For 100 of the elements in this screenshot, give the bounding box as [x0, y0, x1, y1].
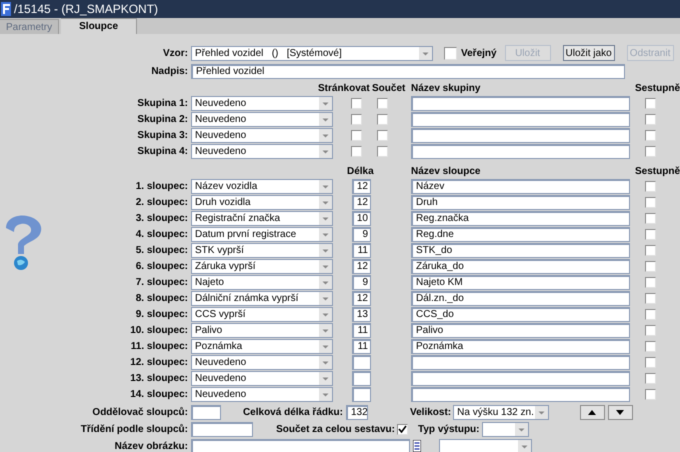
checkbox[interactable] — [645, 276, 656, 288]
checkbox[interactable] — [351, 146, 362, 156]
dropdown[interactable]: Neuvedeno — [191, 370, 333, 386]
dropdown[interactable]: CCS vyprší — [191, 306, 333, 322]
input-field[interactable]: 12 — [352, 178, 371, 194]
app-icon — [1, 2, 11, 16]
input-field[interactable]: 11 — [352, 338, 371, 354]
move-up-button[interactable] — [580, 404, 605, 420]
checkbox[interactable] — [645, 130, 656, 140]
dropdown[interactable]: Neuvedeno — [191, 96, 333, 110]
dropdown[interactable]: Neuvedeno — [191, 112, 333, 126]
checkbox[interactable] — [377, 114, 388, 124]
checkbox[interactable] — [351, 98, 362, 108]
field-label: 3. sloupec: — [134, 212, 188, 226]
dropdown[interactable]: Najeto — [191, 274, 333, 290]
field-label: Skupina 1: — [136, 96, 188, 110]
checkbox[interactable] — [444, 46, 457, 60]
input-field[interactable]: 12 — [352, 258, 371, 274]
input-field[interactable]: Název — [411, 178, 630, 194]
input-field[interactable]: 9 — [352, 226, 371, 242]
input-field[interactable]: Palivo — [411, 322, 630, 338]
checkbox[interactable] — [351, 130, 362, 140]
dropdown[interactable]: Dálniční známka vyprší — [191, 290, 333, 306]
checkbox[interactable] — [645, 212, 656, 224]
dropdown[interactable]: Registrační značka — [191, 210, 333, 226]
checkbox[interactable] — [645, 340, 656, 352]
input-field[interactable]: Druh — [411, 194, 630, 210]
checkbox[interactable] — [645, 180, 656, 192]
input-field[interactable] — [352, 354, 371, 370]
input-field[interactable]: Reg.dne — [411, 226, 630, 242]
input-field[interactable]: 12 — [352, 290, 371, 306]
field-label: Nadpis: — [150, 64, 188, 78]
dropdown[interactable]: Datum první registrace — [191, 226, 333, 242]
dropdown-arrow-icon[interactable] — [518, 440, 531, 452]
checkbox[interactable] — [645, 308, 656, 320]
dropdown[interactable]: STK vyprší — [191, 242, 333, 258]
tab[interactable]: Sloupce — [61, 18, 138, 34]
input-field[interactable] — [411, 370, 630, 386]
dropdown[interactable] — [439, 438, 532, 452]
dropdown[interactable]: Poznámka — [191, 338, 333, 354]
input-field[interactable] — [352, 370, 371, 386]
input-field[interactable]: Dál.zn._do — [411, 290, 630, 306]
input-field[interactable]: STK_do — [411, 242, 630, 258]
input-field[interactable]: Záruka_do — [411, 258, 630, 274]
checkbox[interactable] — [645, 388, 656, 400]
checkbox[interactable] — [397, 424, 408, 434]
dropdown[interactable]: Přehled vozidel () [Systémové] — [191, 46, 433, 60]
checkbox[interactable] — [645, 228, 656, 240]
dropdown[interactable]: Neuvedeno — [191, 128, 333, 142]
input-field[interactable] — [411, 354, 630, 370]
dropdown[interactable]: Druh vozidla — [191, 194, 333, 210]
input-field[interactable]: Přehled vozidel — [191, 64, 625, 78]
checkbox[interactable] — [377, 146, 388, 156]
checkbox[interactable] — [645, 260, 656, 272]
input-field[interactable]: 11 — [352, 242, 371, 258]
input-field[interactable] — [411, 96, 630, 110]
input-field[interactable] — [411, 128, 630, 142]
checkbox[interactable] — [645, 292, 656, 304]
input-field[interactable]: 11 — [352, 322, 371, 338]
field-label: 4. sloupec: — [134, 228, 188, 242]
input-field[interactable]: Reg.značka — [411, 210, 630, 226]
input-field[interactable]: 10 — [352, 210, 371, 226]
dropdown[interactable]: Název vozidla — [191, 178, 333, 194]
checkbox[interactable] — [645, 324, 656, 336]
input-field[interactable]: 13 — [352, 306, 371, 322]
dropdown[interactable]: Palivo — [191, 322, 333, 338]
input-field[interactable] — [191, 422, 253, 436]
input-field[interactable]: 9 — [352, 274, 371, 290]
checkbox[interactable] — [645, 356, 656, 368]
checkbox[interactable] — [377, 98, 388, 108]
checkbox[interactable] — [645, 114, 656, 124]
input-field[interactable] — [191, 404, 221, 420]
button[interactable]: Uložit jako — [562, 45, 615, 61]
input-field[interactable]: 12 — [352, 194, 371, 210]
checkbox[interactable] — [645, 146, 656, 156]
dropdown[interactable]: Neuvedeno — [191, 386, 333, 402]
dropdown[interactable]: Neuvedeno — [191, 354, 333, 370]
input-field[interactable] — [411, 144, 630, 158]
checkbox[interactable] — [645, 372, 656, 384]
input-field[interactable] — [352, 386, 371, 402]
dropdown[interactable]: Neuvedeno — [191, 144, 333, 158]
field-label: 11. sloupec: — [130, 340, 188, 354]
input-field[interactable]: Najeto KM — [411, 274, 630, 290]
input-field[interactable] — [191, 438, 410, 452]
window-title: /15145 - (RJ_SMAPKONT) — [14, 1, 158, 18]
checkbox[interactable] — [645, 98, 656, 108]
checkbox[interactable] — [351, 114, 362, 124]
checkbox[interactable] — [645, 244, 656, 256]
list-icon[interactable] — [413, 440, 421, 452]
checkbox[interactable] — [645, 196, 656, 208]
checkbox[interactable] — [377, 130, 388, 140]
dropdown[interactable]: Záruka vyprší — [191, 258, 333, 274]
input-field[interactable] — [411, 112, 630, 126]
move-down-button[interactable] — [608, 404, 633, 420]
input-field[interactable] — [411, 386, 630, 402]
input-field[interactable]: 132 — [346, 404, 368, 420]
dropdown[interactable] — [482, 422, 530, 436]
input-field[interactable]: Poznámka — [411, 338, 630, 354]
input-field[interactable]: CCS_do — [411, 306, 630, 322]
dropdown[interactable]: Na výšku 132 zn. — [453, 404, 549, 420]
